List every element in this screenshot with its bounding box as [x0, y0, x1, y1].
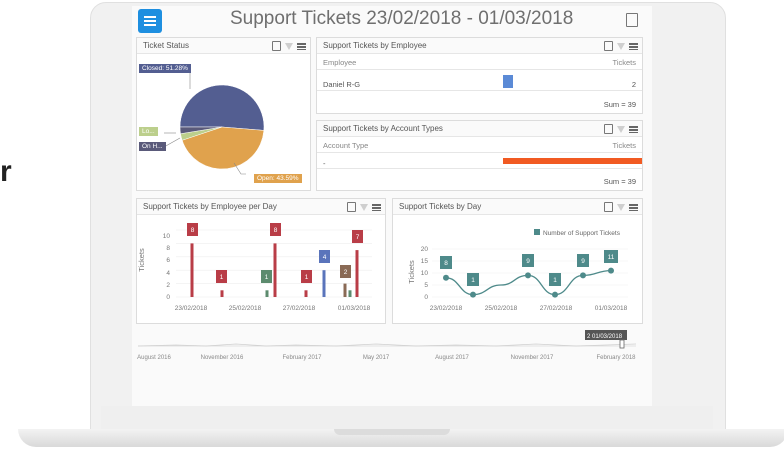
dashboard-title: Support Tickets 23/02/2018 - 01/03/2018 [230, 8, 574, 29]
x-tick: 23/02/2018 [175, 305, 208, 312]
y-tick: 10 [421, 270, 429, 277]
y-tick: 6 [166, 257, 170, 264]
x-tick: 23/02/2018 [430, 305, 463, 312]
account-type-name: - [323, 159, 326, 168]
employee-per-day-chart: Tickets 0 2 4 6 8 10 23/02/2018 25/02/20… [137, 223, 372, 312]
employee-sum: Sum = 39 [603, 100, 636, 109]
y-tick: 15 [421, 258, 429, 265]
range-tick: May 2017 [363, 355, 390, 361]
x-tick: 25/02/2018 [485, 305, 518, 312]
y-tick: 0 [166, 294, 170, 301]
bar-data-label: 8 [274, 227, 278, 234]
pie-slice [179, 84, 265, 131]
line-data-label: 11 [608, 254, 615, 261]
tickets-column-header[interactable]: Tickets [613, 141, 636, 150]
y-tick: 20 [421, 246, 429, 253]
y-axis-label: Tickets [407, 260, 416, 284]
bar-data-label: 1 [220, 274, 224, 281]
line-data-label: 9 [526, 258, 530, 265]
table-row[interactable]: - [317, 153, 642, 168]
legend-swatch [534, 229, 540, 235]
line-data-label: 1 [553, 277, 557, 284]
range-tick: February 2017 [282, 355, 322, 361]
y-axis-label: Tickets [137, 248, 146, 272]
export-icon[interactable] [626, 13, 638, 27]
line-data-label: 9 [581, 258, 585, 265]
y-tick: 8 [166, 245, 170, 252]
range-selector[interactable]: 2 01/03/2018 August 2016 November 2016 F… [136, 330, 641, 362]
pie-label-lo: Lo... [139, 127, 158, 136]
export-icon[interactable] [604, 41, 613, 51]
bar-data-label: 2 [344, 269, 348, 276]
bar [273, 243, 277, 297]
bar [322, 270, 326, 297]
bar-data-label: 1 [305, 274, 309, 281]
bar-data-label: 7 [356, 234, 360, 241]
range-tick: November 2017 [511, 355, 554, 361]
account-sum: Sum = 39 [603, 177, 636, 186]
legend-label: Number of Support Tickets [543, 230, 621, 237]
range-badge: 2 01/03/2018 [587, 334, 623, 340]
bar [304, 290, 308, 297]
employee-tickets-value: 2 [631, 80, 636, 89]
range-tick: February 2018 [596, 355, 636, 361]
laptop-bezel-bottom [101, 406, 713, 430]
tickets-column-header[interactable]: Tickets [613, 58, 636, 67]
tickets-by-account-title: Support Tickets by Account Types [323, 124, 443, 133]
bar [348, 290, 352, 297]
tickets-by-day-chart: Number of Support Tickets Tickets 0 5 10… [407, 229, 628, 312]
menu-button[interactable] [138, 9, 162, 33]
line-point [443, 274, 449, 281]
pie-label-on-hold: On H... [139, 142, 166, 151]
line-point [552, 291, 558, 298]
line-point [525, 272, 531, 279]
bar [220, 290, 224, 297]
bar-data-label: 4 [323, 254, 327, 261]
laptop-notch [334, 429, 450, 435]
y-tick: 4 [166, 270, 170, 277]
line-point [580, 272, 586, 279]
bar [355, 250, 359, 297]
tickets-by-employee-panel: Support Tickets by Employee Employee Tic… [316, 37, 643, 114]
pie-label-closed: Closed: 51.28% [139, 64, 191, 73]
range-tick: August 2017 [435, 355, 469, 361]
y-tick: 5 [424, 282, 428, 289]
line-point [470, 291, 476, 298]
account-type-column-header[interactable]: Account Type [323, 141, 368, 150]
export-icon[interactable] [604, 124, 613, 134]
bar-data-label: 8 [191, 227, 195, 234]
y-tick: 0 [424, 294, 428, 301]
tickets-by-account-panel: Support Tickets by Account Types Account… [316, 120, 643, 191]
y-tick: 10 [163, 233, 171, 240]
range-tick: November 2016 [201, 355, 244, 361]
x-tick: 01/03/2018 [338, 305, 371, 312]
pie-label-open: Open: 43.59% [254, 174, 302, 183]
side-letter: r [0, 155, 12, 188]
filter-icon[interactable] [617, 42, 625, 50]
employee-tickets-bar [503, 75, 513, 88]
bar [265, 290, 269, 297]
x-tick: 27/02/2018 [540, 305, 573, 312]
bar [343, 283, 347, 297]
tickets-by-employee-title: Support Tickets by Employee [323, 41, 427, 50]
line-data-label: 1 [471, 277, 475, 284]
grid-icon[interactable] [629, 42, 638, 50]
bar-data-label: 1 [265, 274, 269, 281]
range-handle[interactable] [619, 339, 625, 349]
range-tick: August 2016 [137, 355, 171, 361]
grid-icon[interactable] [629, 125, 638, 133]
x-tick: 25/02/2018 [229, 305, 262, 312]
account-tickets-bar [503, 158, 642, 164]
bar [190, 243, 194, 297]
y-tick: 2 [166, 282, 170, 289]
filter-icon[interactable] [617, 125, 625, 133]
line-point [608, 267, 614, 274]
employee-name: Daniel R-G [323, 80, 361, 89]
pie-chart [163, 67, 265, 175]
x-tick: 01/03/2018 [595, 305, 628, 312]
employee-column-header[interactable]: Employee [323, 58, 356, 67]
x-tick: 27/02/2018 [283, 305, 316, 312]
line-data-label: 8 [444, 260, 448, 267]
table-row[interactable]: Daniel R-G 2 [317, 70, 642, 89]
